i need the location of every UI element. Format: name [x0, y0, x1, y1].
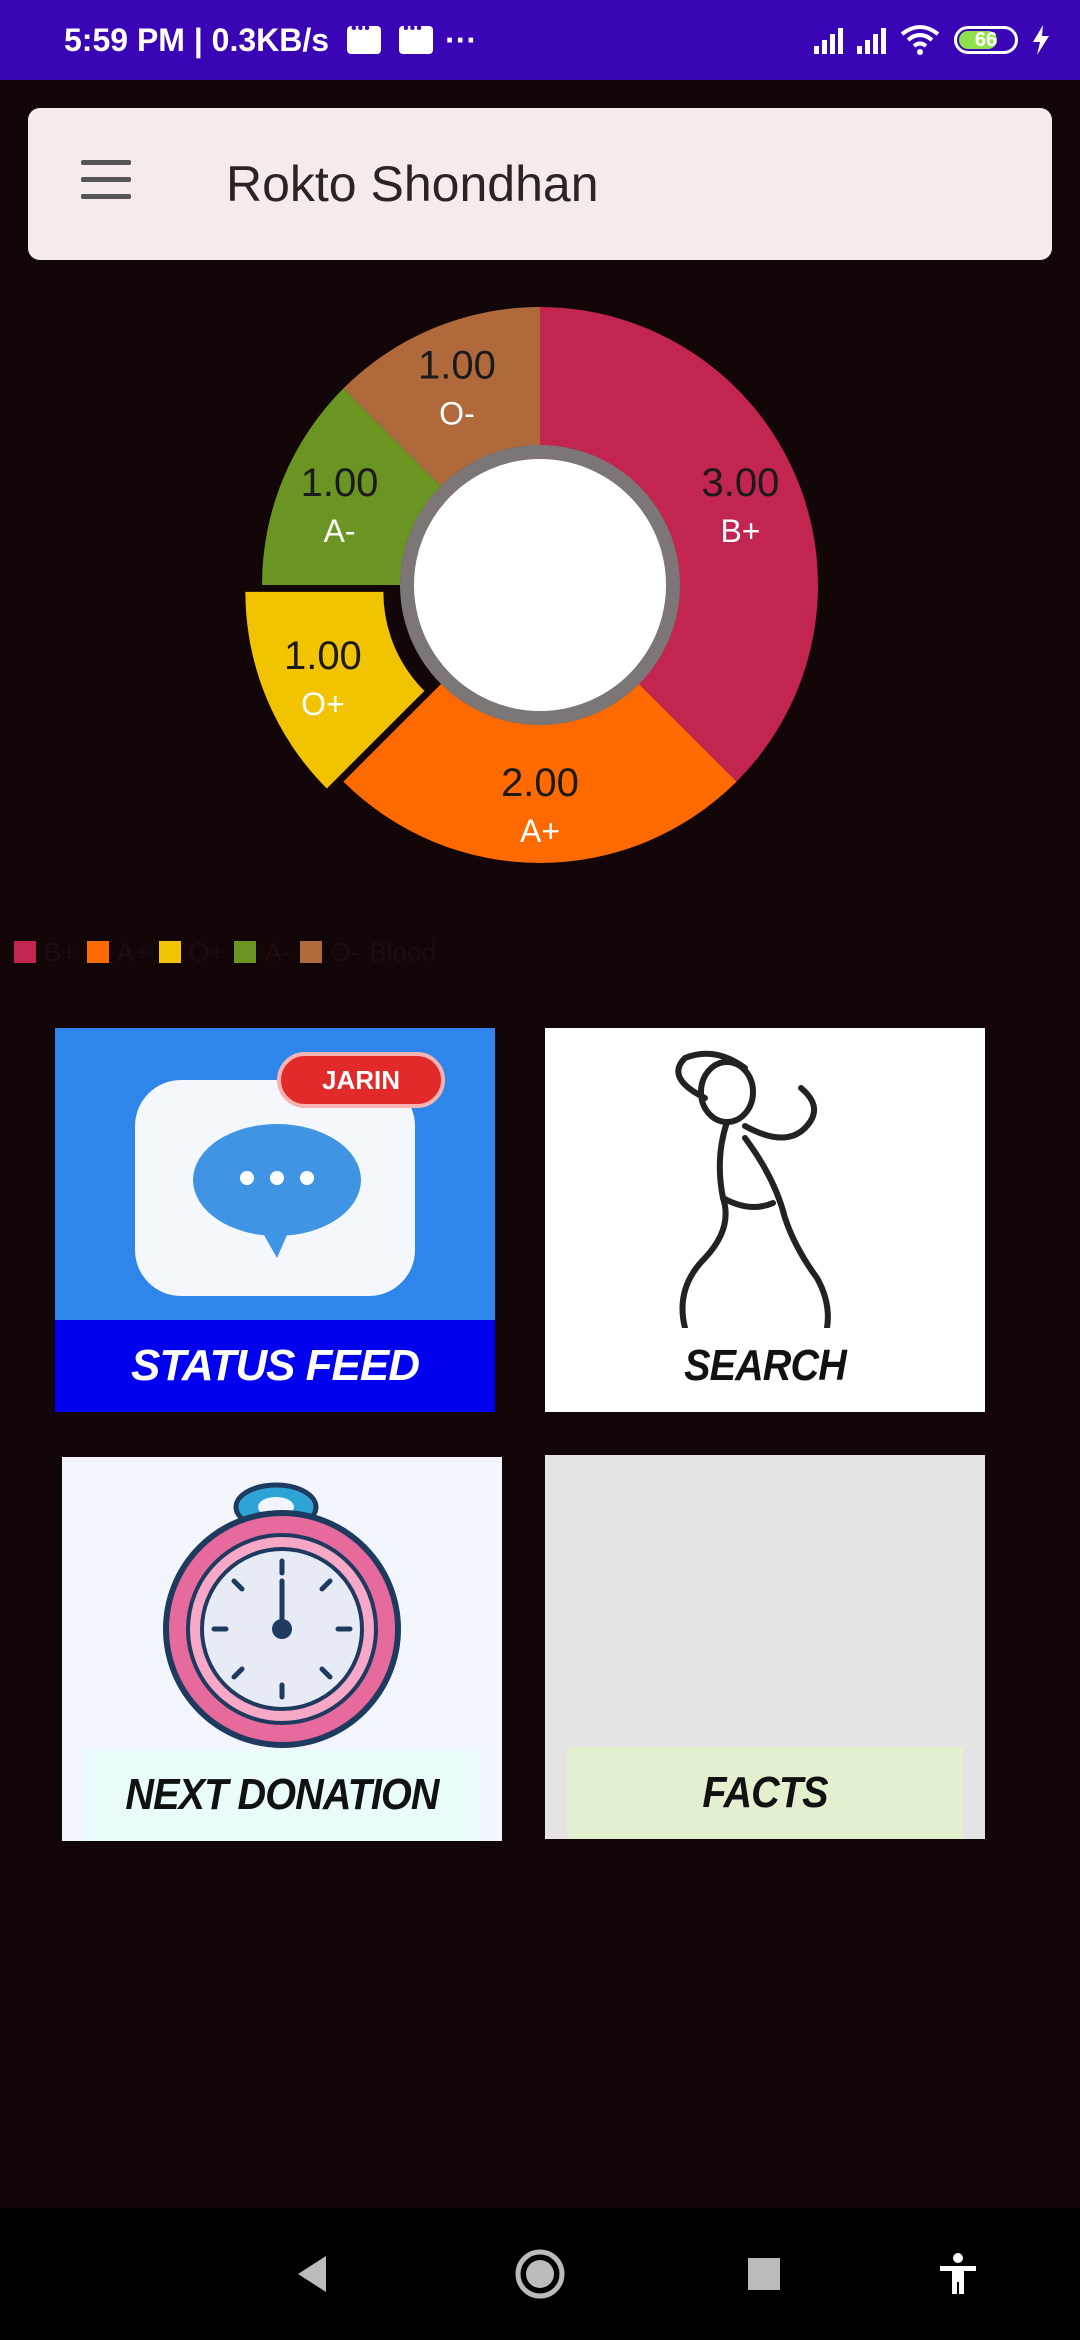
battery-icon: 66 [954, 26, 1018, 54]
cellular-signal-icon [814, 26, 843, 54]
slice-value-label: 1.00 [301, 461, 379, 505]
slice-value-label: 1.00 [418, 344, 496, 388]
legend-swatch [234, 941, 257, 963]
status-feed-label: STATUS FEED [55, 1320, 495, 1412]
blood-group-chart[interactable]: 3.00 B+ 2.00 A+ 1.00 O+ 1.00 A- 1.00 O- [0, 290, 1080, 890]
navigation-bar [0, 2208, 1080, 2340]
legend-title: Blood [369, 936, 436, 967]
menu-button[interactable] [78, 160, 134, 210]
accessibility-icon [940, 2253, 976, 2294]
slice-category-label: B+ [720, 513, 760, 549]
jarin-badge: JARIN [321, 1065, 400, 1095]
next-donation-tile[interactable]: NEXT DONATION [62, 1457, 502, 1841]
accessibility-button[interactable] [898, 2208, 1018, 2340]
status-bar: 5:59 PM | 0.3KB/s ··· 66 [0, 0, 1080, 80]
status-time-speed: 5:59 PM | 0.3KB/s [64, 21, 330, 58]
status-feed-tile[interactable]: JARIN STATUS FEED [55, 1028, 495, 1412]
donut-hole [414, 459, 666, 711]
legend-label: A+ [116, 936, 150, 967]
stopwatch-icon [163, 1482, 401, 1748]
message-notification-icon [347, 20, 382, 54]
slice-category-label: O- [439, 396, 475, 432]
legend-item-B+: B+ [14, 937, 77, 968]
recents-icon [748, 2258, 780, 2290]
facts-tile[interactable]: FACTS [545, 1455, 985, 1839]
legend-item-O+: O+ [159, 937, 224, 968]
recents-button[interactable] [704, 2208, 824, 2340]
legend-swatch [86, 941, 109, 963]
slice-value-label: 2.00 [501, 761, 579, 805]
legend-item-O-: O- [300, 937, 359, 968]
app-title: Rokto Shondhan [226, 156, 599, 212]
legend-label: O+ [189, 936, 225, 967]
slice-category-label: A+ [520, 813, 560, 849]
next-donation-label: NEXT DONATION [84, 1749, 480, 1841]
dancing-figure-icon [675, 1050, 831, 1328]
legend-label: A- [264, 936, 291, 967]
facts-label: FACTS [567, 1747, 963, 1839]
slice-category-label: A- [324, 513, 356, 549]
search-label: SEARCH [684, 1341, 847, 1390]
slice-value-label: 3.00 [702, 461, 780, 505]
wifi-icon [900, 25, 940, 55]
legend-item-A+: A+ [86, 936, 150, 968]
donut-chart-svg[interactable]: 3.00 B+ 2.00 A+ 1.00 O+ 1.00 A- 1.00 O- [0, 290, 1080, 890]
status-bar-right: 66 [814, 0, 1050, 80]
legend-label: B+ [44, 936, 77, 967]
charging-bolt-icon [1033, 25, 1049, 55]
status-bar-left: 5:59 PM | 0.3KB/s ··· [64, 0, 477, 80]
app-bar: Rokto Shondhan [28, 108, 1052, 260]
search-tile[interactable]: SEARCH [545, 1028, 985, 1412]
slice-value-label: 1.00 [284, 634, 362, 678]
more-notifications-icon: ··· [445, 21, 478, 58]
legend-swatch [300, 941, 323, 963]
chart-legend: B+ A+ O+ A- O- Blood [14, 935, 436, 969]
message-notification-icon [399, 20, 434, 54]
slice-category-label: O+ [301, 686, 345, 722]
back-icon [298, 2256, 326, 2292]
legend-swatch [159, 941, 182, 963]
home-icon [515, 2249, 565, 2299]
legend-swatch [14, 941, 36, 963]
battery-level: 66 [974, 28, 998, 51]
home-button[interactable] [480, 2208, 600, 2340]
legend-label: O- [330, 936, 360, 967]
back-button[interactable] [252, 2208, 372, 2340]
cellular-signal-icon [857, 26, 886, 54]
legend-item-A-: A- [234, 937, 290, 968]
